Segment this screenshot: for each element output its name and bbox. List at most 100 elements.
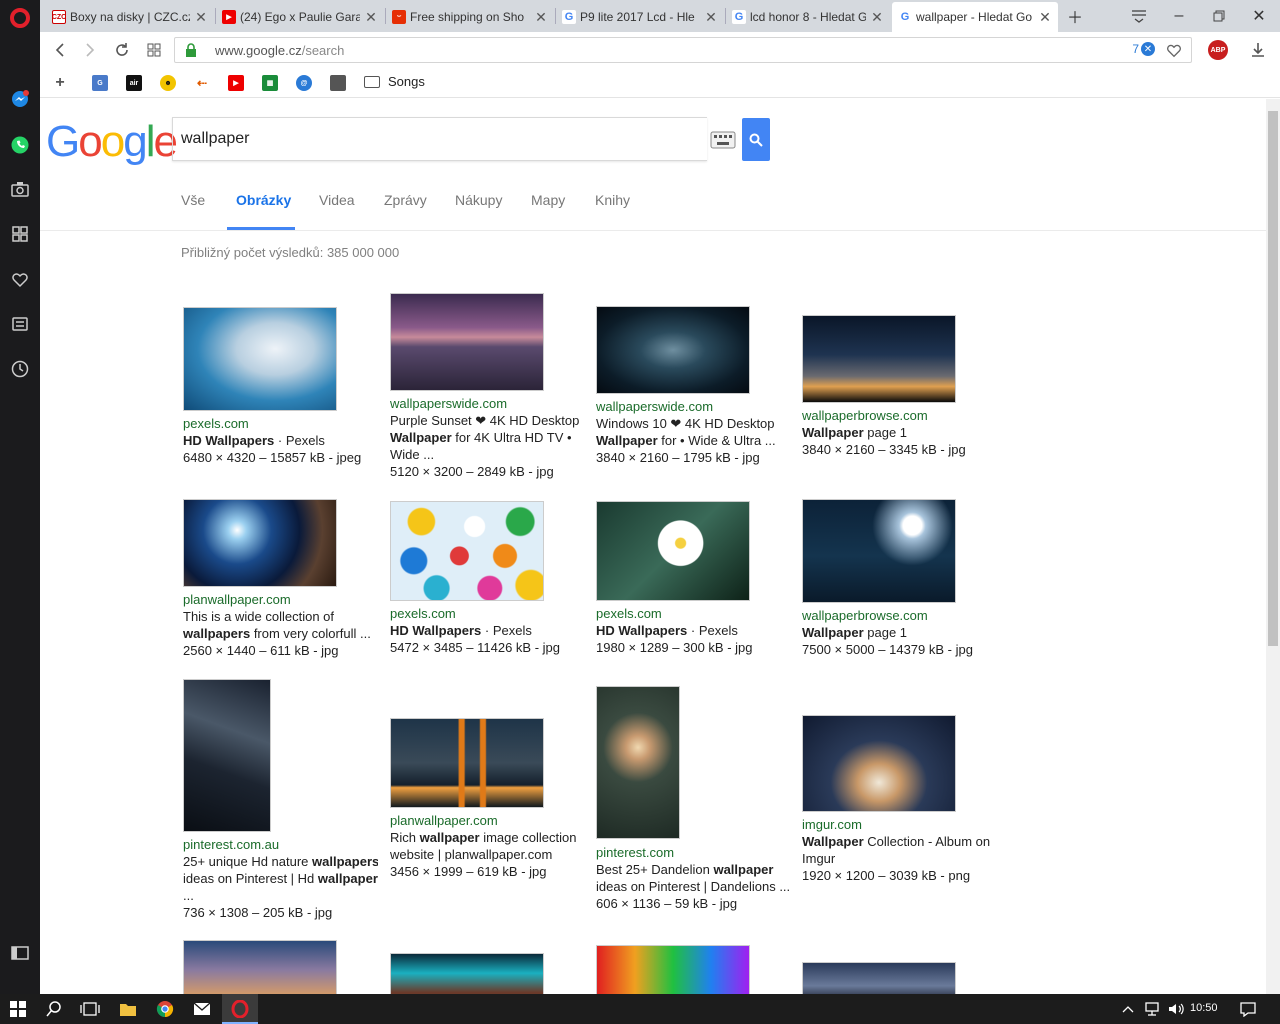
tab-0[interactable]: CZC Boxy na disky | CZC.cz ✕ <box>46 2 214 32</box>
reload-icon[interactable] <box>110 38 134 62</box>
download-icon[interactable] <box>1248 40 1268 60</box>
result-source[interactable]: pexels.com <box>390 605 585 622</box>
result-source[interactable]: pinterest.com <box>596 844 791 861</box>
email-at-icon[interactable]: @ <box>296 75 312 91</box>
result-source[interactable]: wallpaperswide.com <box>596 398 791 415</box>
image-thumbnail[interactable] <box>596 686 680 839</box>
image-thumbnail[interactable] <box>183 940 337 994</box>
tab-close-icon[interactable]: ✕ <box>194 9 208 26</box>
result-source[interactable]: wallpaperswide.com <box>390 395 585 412</box>
opera-taskbar-icon[interactable] <box>230 999 250 1019</box>
image-thumbnail[interactable] <box>802 715 956 812</box>
file-explorer-icon[interactable] <box>118 999 138 1019</box>
tab-close-icon[interactable]: ✕ <box>364 9 378 26</box>
result-line: website | planwallpaper.com <box>390 847 553 862</box>
speed-dial-icon[interactable] <box>9 223 31 245</box>
image-thumbnail[interactable] <box>596 306 750 394</box>
tab-close-icon[interactable]: ✕ <box>870 9 884 26</box>
tiles-icon[interactable] <box>142 38 166 62</box>
image-thumbnail[interactable] <box>802 315 956 403</box>
camera-icon[interactable] <box>9 178 31 200</box>
forward-icon[interactable] <box>78 38 102 62</box>
close-window-icon[interactable]: ✕ <box>1242 0 1276 32</box>
result-source[interactable]: imgur.com <box>802 816 997 833</box>
tab-knihy[interactable]: Knihy <box>595 192 630 208</box>
image-thumbnail[interactable] <box>390 501 544 601</box>
bookmark-heart-icon[interactable] <box>1165 41 1183 59</box>
task-view-icon[interactable] <box>80 999 100 1019</box>
adblock-plus-icon[interactable]: ABP <box>1208 40 1228 60</box>
notifications-icon[interactable] <box>1238 999 1258 1019</box>
network-icon[interactable] <box>1142 999 1162 1019</box>
tracker-badge[interactable]: 7 ✕ <box>1132 42 1155 56</box>
tab-close-icon[interactable]: ✕ <box>704 9 718 26</box>
tab-close-icon[interactable]: ✕ <box>1038 9 1052 26</box>
windows-start-icon[interactable] <box>8 999 28 1019</box>
search-input[interactable]: wallpaper <box>172 117 707 161</box>
volume-icon[interactable] <box>1166 999 1186 1019</box>
spreadsheet-icon[interactable]: ▦ <box>262 75 278 91</box>
windows-taskbar: 10:50 <box>0 994 1280 1024</box>
image-thumbnail[interactable] <box>183 307 337 411</box>
page-scrollbar[interactable] <box>1266 99 1280 994</box>
mail-icon[interactable] <box>192 999 212 1019</box>
news-icon[interactable] <box>9 313 31 335</box>
tab-nakupy[interactable]: Nákupy <box>455 192 502 208</box>
youtube-bookmark-icon[interactable]: ▶ <box>228 75 244 91</box>
tab-menu-icon[interactable] <box>1122 0 1156 32</box>
tab-5-active[interactable]: G wallpaper - Hledat Go ✕ <box>892 2 1058 32</box>
result-source[interactable]: wallpaperbrowse.com <box>802 607 997 624</box>
tab-4[interactable]: G lcd honor 8 - Hledat G ✕ <box>726 2 890 32</box>
result-source[interactable]: pexels.com <box>596 605 791 622</box>
image-thumbnail[interactable] <box>390 293 544 391</box>
history-clock-icon[interactable] <box>9 358 31 380</box>
image-thumbnail[interactable] <box>596 501 750 601</box>
document-icon[interactable] <box>330 75 346 91</box>
search-button[interactable] <box>742 118 770 161</box>
result-source[interactable]: wallpaperbrowse.com <box>802 407 997 424</box>
image-thumbnail[interactable] <box>183 679 271 832</box>
address-bar[interactable]: www.google.cz/search 7 ✕ <box>174 37 1192 63</box>
restore-icon[interactable] <box>1202 0 1236 32</box>
tab-3[interactable]: G P9 lite 2017 Lcd - Hle ✕ <box>556 2 724 32</box>
tab-videa[interactable]: Videa <box>319 192 355 208</box>
taskbar-clock[interactable]: 10:50 <box>1190 1002 1218 1014</box>
tab-obrazky[interactable]: Obrázky <box>236 192 291 208</box>
messenger-icon[interactable] <box>9 88 31 110</box>
arrow-site-icon[interactable]: ⇠ <box>194 75 210 91</box>
bookmarks-heart-icon[interactable] <box>9 268 31 290</box>
tab-close-icon[interactable]: ✕ <box>534 9 548 26</box>
sidebar-toggle-icon[interactable] <box>9 942 31 964</box>
scrollbar-thumb[interactable] <box>1268 111 1278 646</box>
add-bookmark-plus-icon[interactable]: + <box>52 74 68 91</box>
airbank-icon[interactable]: air <box>126 75 142 91</box>
smiley-icon[interactable]: ☻ <box>160 75 176 91</box>
result-source[interactable]: pinterest.com.au <box>183 836 378 853</box>
bookmark-folder-songs[interactable]: Songs <box>364 74 425 89</box>
translate-icon[interactable]: G <box>92 75 108 91</box>
tab-mapy[interactable]: Mapy <box>531 192 565 208</box>
chrome-icon[interactable] <box>155 999 175 1019</box>
keyboard-icon[interactable] <box>707 125 739 155</box>
image-thumbnail[interactable] <box>183 499 337 587</box>
image-thumbnail[interactable] <box>802 499 956 603</box>
minimize-icon[interactable]: – <box>1162 0 1196 32</box>
opera-logo-icon[interactable] <box>10 8 30 28</box>
tray-chevron-up-icon[interactable] <box>1118 999 1138 1019</box>
result-source[interactable]: planwallpaper.com <box>390 812 585 829</box>
whatsapp-icon[interactable] <box>9 134 31 156</box>
search-icon[interactable] <box>44 999 64 1019</box>
google-logo[interactable]: Google <box>46 117 178 167</box>
back-icon[interactable] <box>48 38 72 62</box>
image-thumbnail[interactable] <box>596 945 750 994</box>
result-source[interactable]: pexels.com <box>183 415 378 432</box>
tab-1[interactable]: ▶ (24) Ego x Paulie Gara ✕ <box>216 2 384 32</box>
new-tab-plus-icon[interactable]: ＋ <box>1058 0 1092 32</box>
image-thumbnail[interactable] <box>390 718 544 808</box>
tab-vse[interactable]: Vše <box>181 192 205 208</box>
result-source[interactable]: planwallpaper.com <box>183 591 378 608</box>
image-thumbnail[interactable] <box>390 953 544 994</box>
tab-zpravy[interactable]: Zprávy <box>384 192 427 208</box>
image-thumbnail[interactable] <box>802 962 956 994</box>
tab-2[interactable]: ⌣ Free shipping on Sho ✕ <box>386 2 554 32</box>
